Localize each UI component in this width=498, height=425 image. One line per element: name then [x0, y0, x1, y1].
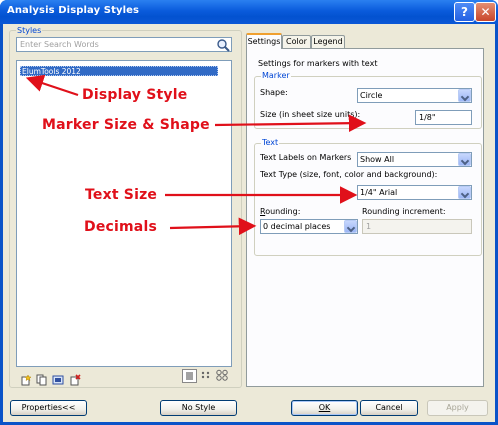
size-label: Size (in sheet size units):	[260, 110, 361, 119]
rounding-increment-input[interactable]: 1	[362, 219, 472, 234]
duplicate-style-icon[interactable]	[36, 374, 48, 386]
annotation-marker-size-shape: Marker Size & Shape	[42, 117, 210, 133]
apply-button[interactable]: Apply	[427, 400, 488, 416]
text-labels-select[interactable]: Show All	[357, 152, 472, 167]
dialog-client-area: Styles Enter Search Words ElumTools 2012	[3, 24, 495, 422]
list-view-button[interactable]	[182, 369, 197, 383]
text-type-label: Text Type (size, font, color and backgro…	[260, 170, 438, 179]
delete-style-icon[interactable]	[69, 374, 81, 386]
annotation-decimals: Decimals	[84, 219, 157, 235]
chevron-down-icon[interactable]	[458, 186, 471, 199]
window-title: Analysis Display Styles	[7, 5, 140, 16]
rounding-increment-label: Rounding increment:	[362, 207, 446, 216]
large-icons-view-icon	[216, 369, 228, 381]
settings-tab-panel: Settings for markers with text Marker Sh…	[246, 48, 484, 387]
no-style-button[interactable]: No Style	[160, 400, 237, 416]
marker-group-label: Marker	[261, 71, 291, 80]
new-style-icon[interactable]	[20, 374, 32, 386]
shape-select[interactable]: Circle	[357, 88, 472, 103]
list-view-icon	[186, 372, 193, 380]
text-labels-value: Show All	[360, 155, 395, 164]
shape-label: Shape:	[260, 88, 288, 97]
annotation-text-size: Text Size	[85, 187, 158, 203]
size-value: 1/8"	[419, 113, 436, 122]
tab-settings[interactable]: Settings	[246, 33, 282, 49]
rounding-value: 0 decimal places	[263, 222, 331, 231]
small-icons-view-icon	[201, 371, 210, 379]
rounding-label: Rounding:	[260, 207, 301, 216]
text-group-label: Text	[261, 138, 280, 147]
shape-value: Circle	[360, 91, 383, 100]
title-bar[interactable]: Analysis Display Styles ? ✕	[0, 0, 498, 24]
tab-legend[interactable]: Legend	[311, 35, 345, 48]
rounding-select[interactable]: 0 decimal places	[260, 219, 358, 234]
text-type-select[interactable]: 1/4" Arial	[357, 185, 472, 200]
search-icon[interactable]	[216, 38, 230, 52]
large-icons-view-button[interactable]	[215, 369, 230, 383]
chevron-down-icon[interactable]	[344, 220, 357, 233]
ok-button[interactable]: OK	[291, 400, 358, 416]
size-input[interactable]: 1/8"	[415, 110, 472, 125]
panel-heading: Settings for markers with text	[258, 59, 378, 68]
list-item-elumtools-2012[interactable]: ElumTools 2012	[20, 66, 218, 76]
chevron-down-icon[interactable]	[458, 153, 471, 166]
text-group: Text Text Labels on Markers Show All Tex…	[254, 138, 482, 256]
styles-group-label: Styles	[16, 26, 43, 35]
ok-label: OK	[318, 403, 331, 412]
rounding-increment-value: 1	[366, 222, 372, 231]
cancel-button[interactable]: Cancel	[360, 400, 418, 416]
styles-list[interactable]: ElumTools 2012	[16, 60, 232, 367]
marker-group: Marker Shape: Circle Size (in sheet size…	[254, 71, 482, 129]
properties-button[interactable]: Properties<<	[10, 400, 87, 416]
tab-color[interactable]: Color	[282, 35, 311, 48]
close-button[interactable]: ✕	[475, 2, 496, 22]
chevron-down-icon[interactable]	[458, 89, 471, 102]
text-type-value: 1/4" Arial	[360, 188, 398, 197]
dialog-window: Analysis Display Styles ? ✕ Styles Enter…	[0, 0, 498, 425]
text-labels-label: Text Labels on Markers	[260, 153, 352, 162]
search-placeholder: Enter Search Words	[20, 40, 99, 49]
search-input[interactable]: Enter Search Words	[16, 37, 232, 52]
help-button[interactable]: ?	[454, 2, 475, 22]
annotation-display-style: Display Style	[82, 87, 188, 103]
small-icons-view-button[interactable]	[199, 369, 214, 383]
rename-style-icon[interactable]	[52, 374, 64, 386]
